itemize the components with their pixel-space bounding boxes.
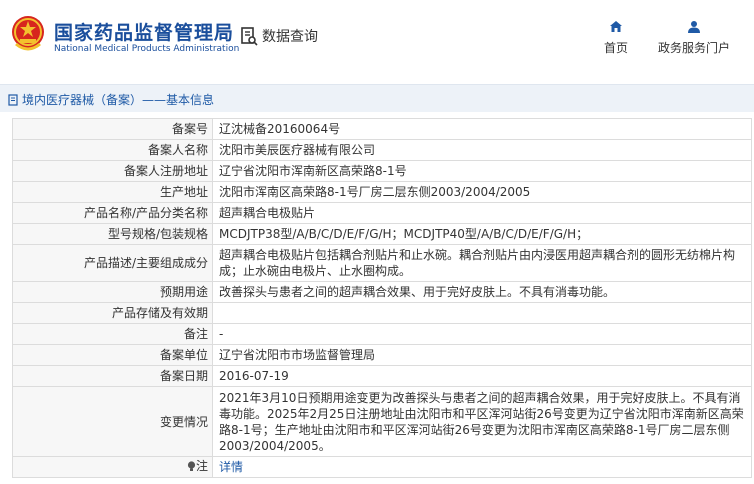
- field-value: 辽沈械备20160064号: [212, 118, 752, 140]
- site-header: 国家药品监督管理局 National Medical Products Admi…: [0, 0, 754, 72]
- field-label: 备案人名称: [12, 139, 213, 161]
- field-value: -: [212, 323, 752, 345]
- national-emblem-icon: [12, 16, 44, 51]
- table-row: 注 详情: [12, 456, 752, 478]
- field-label: 预期用途: [12, 281, 213, 303]
- field-label: 型号规格/包装规格: [12, 223, 213, 245]
- breadcrumb: 境内医疗器械（备案）——基本信息: [8, 91, 214, 108]
- document-search-icon: [241, 27, 258, 46]
- field-value: 2016-07-19: [212, 365, 752, 387]
- field-value: 2021年3月10日预期用途变更为改善探头与患者之间的超声耦合效果，用于完好皮肤…: [212, 386, 752, 457]
- home-icon: [610, 21, 622, 32]
- table-row: 备注 -: [12, 323, 752, 345]
- table-row: 产品存储及有效期: [12, 302, 752, 324]
- brand-title-cn: 国家药品监督管理局: [54, 22, 235, 44]
- field-value: 超声耦合电极贴片: [212, 202, 752, 224]
- field-label: 产品名称/产品分类名称: [12, 202, 213, 224]
- details-link[interactable]: 详情: [219, 460, 243, 474]
- field-value: 超声耦合电极贴片包括耦合剂贴片和止水碗。耦合剂贴片由内浸医用超声耦合剂的圆形无纺…: [212, 244, 752, 282]
- record-detail-table: 备案号 辽沈械备20160064号 备案人名称 沈阳市美辰医疗器械有限公司 备案…: [12, 118, 752, 478]
- field-value-cell: 详情: [212, 456, 752, 478]
- field-value: 沈阳市美辰医疗器械有限公司: [212, 139, 752, 161]
- brand-title-en: National Medical Products Administration: [54, 44, 240, 54]
- breadcrumb-bar: 境内医疗器械（备案）——基本信息: [0, 84, 754, 112]
- field-label: 注: [195, 459, 208, 474]
- table-row: 型号规格/包装规格 MCDJTP38型/A/B/C/D/E/F/G/H；MCDJ…: [12, 223, 752, 245]
- table-row: 生产地址 沈阳市浑南区高荣路8-1号厂房二层东侧2003/2004/2005: [12, 181, 752, 203]
- field-label: 变更情况: [12, 386, 213, 457]
- data-query-label: 数据查询: [262, 29, 318, 45]
- field-value: 改善探头与患者之间的超声耦合效果、用于完好皮肤上。不具有消毒功能。: [212, 281, 752, 303]
- nav-portal-label: 政务服务门户: [657, 41, 730, 55]
- table-row: 预期用途 改善探头与患者之间的超声耦合效果、用于完好皮肤上。不具有消毒功能。: [12, 281, 752, 303]
- field-value: 辽宁省沈阳市市场监督管理局: [212, 344, 752, 366]
- nav-home-label: 首页: [603, 41, 628, 55]
- field-label: 备案单位: [12, 344, 213, 366]
- document-icon: [8, 93, 18, 106]
- note-label-cell: 注: [12, 456, 213, 478]
- field-label: 备案号: [12, 118, 213, 140]
- table-row: 备案单位 辽宁省沈阳市市场监督管理局: [12, 344, 752, 366]
- field-value: MCDJTP38型/A/B/C/D/E/F/G/H；MCDJTP40型/A/B/…: [212, 223, 752, 245]
- field-label: 产品描述/主要组成成分: [12, 244, 213, 282]
- table-row: 产品名称/产品分类名称 超声耦合电极贴片: [12, 202, 752, 224]
- user-icon: [688, 21, 700, 33]
- table-row: 产品描述/主要组成成分 超声耦合电极贴片包括耦合剂贴片和止水碗。耦合剂贴片由内浸…: [12, 244, 752, 282]
- nav-service-portal[interactable]: 政务服务门户: [652, 20, 736, 56]
- table-row: 变更情况 2021年3月10日预期用途变更为改善探头与患者之间的超声耦合效果，用…: [12, 386, 752, 457]
- bulb-icon: [187, 461, 196, 471]
- table-row: 备案人注册地址 辽宁省沈阳市浑南新区高荣路8-1号: [12, 160, 752, 182]
- data-query-link[interactable]: 数据查询: [240, 26, 318, 46]
- breadcrumb-text: 境内医疗器械（备案）——基本信息: [22, 93, 215, 107]
- table-row: 备案日期 2016-07-19: [12, 365, 752, 387]
- field-value: [212, 302, 752, 324]
- table-row: 备案号 辽沈械备20160064号: [12, 118, 752, 140]
- field-label: 产品存储及有效期: [12, 302, 213, 324]
- field-label: 备案人注册地址: [12, 160, 213, 182]
- field-value: 辽宁省沈阳市浑南新区高荣路8-1号: [212, 160, 752, 182]
- field-label: 生产地址: [12, 181, 213, 203]
- table-row: 备案人名称 沈阳市美辰医疗器械有限公司: [12, 139, 752, 161]
- field-label: 备案日期: [12, 365, 213, 387]
- field-value: 沈阳市浑南区高荣路8-1号厂房二层东侧2003/2004/2005: [212, 181, 752, 203]
- nav-home[interactable]: 首页: [598, 20, 634, 56]
- field-label: 备注: [12, 323, 213, 345]
